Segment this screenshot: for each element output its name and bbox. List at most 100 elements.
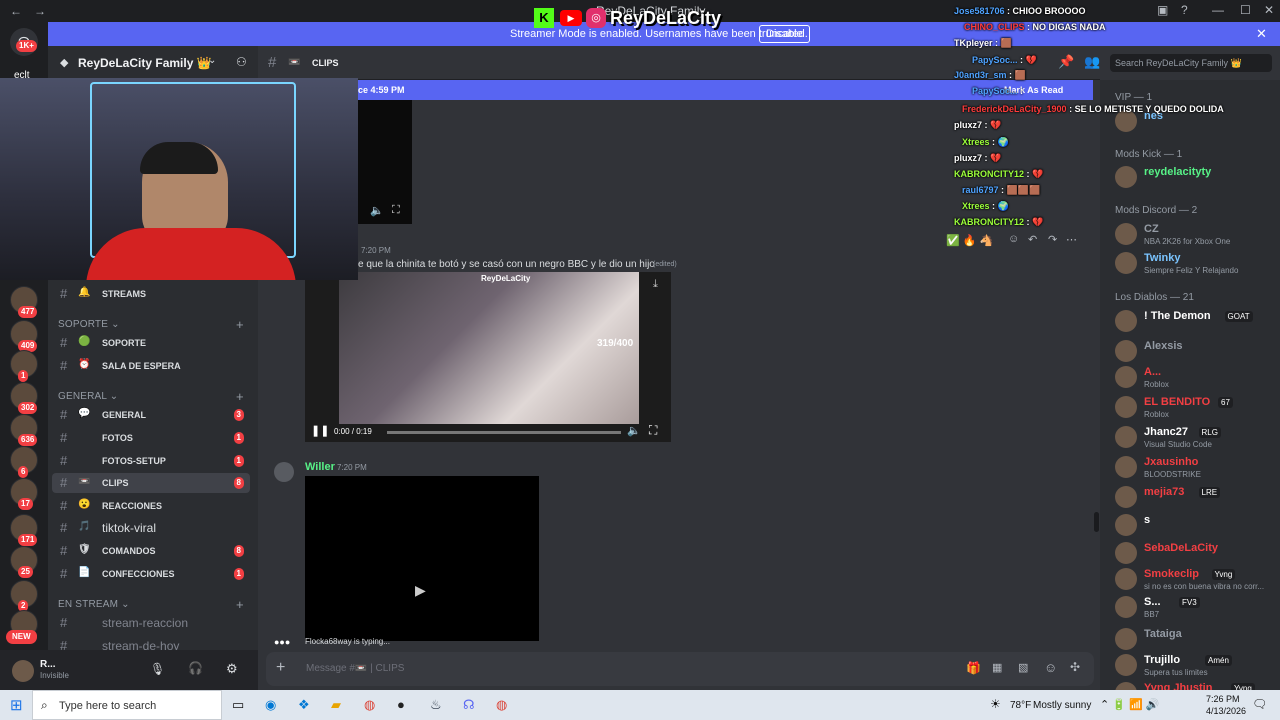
message-composer[interactable]: + Message #📼 | CLIPS 🎁 ▦ ▧ ☺ ✣ [266,652,1094,686]
weather-temp[interactable]: 78°F [1010,700,1031,711]
scrollbar[interactable] [1094,512,1099,532]
weather-desc[interactable]: Mostly sunny [1033,700,1091,711]
gif-icon[interactable]: ▦ [992,661,1002,674]
video-embed[interactable]: 🔈 ⛶ [358,100,412,224]
add-user-icon[interactable]: ⚇ [236,55,247,69]
channel-confecciones[interactable]: # 📄 CONFECCIONES 1 [52,564,250,584]
close-icon[interactable]: ✕ [1256,26,1267,42]
chrome-icon[interactable]: ◍ [496,697,507,713]
channel-fotos[interactable]: # FOTOS 1 [52,428,250,448]
channel-icon: 🔔 [78,287,91,298]
category-en-stream[interactable]: EN STREAM ⌄ + [58,597,244,612]
add-channel-icon[interactable]: + [236,389,244,404]
channel-reacciones[interactable]: # 😮 REACCIONES [52,496,250,516]
microphone-icon[interactable]: 🎙 [150,662,165,676]
tray-icons[interactable]: ⌃ 🔋 📶 🔊 [1100,698,1159,711]
reply-icon[interactable]: ↶ [1028,233,1037,246]
emoji-icon[interactable]: ☺ [1044,660,1057,675]
back-icon[interactable]: ← [10,4,22,18]
message-author[interactable]: Willer [305,461,335,473]
task-view-icon[interactable]: ▭ [232,697,244,713]
pause-icon[interactable]: ❚❚ [311,424,329,437]
apps-icon[interactable]: ✣ [1070,660,1080,674]
add-channel-icon[interactable]: + [236,317,244,332]
forward-icon[interactable]: → [34,4,46,18]
member-item[interactable]: A... Roblox [1115,364,1275,392]
fullscreen-icon[interactable]: ⛶ [392,204,400,217]
pin-icon[interactable]: 📌 [1058,54,1074,70]
video-player[interactable]: ▶ [305,476,539,641]
member-item[interactable]: Jhanc27 Visual Studio Code [1115,424,1275,452]
channel-stream-reaccion[interactable]: # stream-reaccion [52,613,250,633]
user-name: R... [40,659,56,670]
copilot-icon[interactable]: ❖ [298,697,310,713]
disable-button[interactable]: Disable [759,25,810,43]
volume-icon[interactable]: 🔈 [370,204,384,217]
forward-icon[interactable]: ↷ [1048,233,1057,246]
channel-soporte[interactable]: # 🟢 SOPORTE [52,333,250,353]
member-item[interactable]: mejia73 [1115,484,1275,512]
gift-icon[interactable]: 🎁 [966,661,981,675]
member-item[interactable]: Alexsis [1115,338,1275,366]
channel-clips[interactable]: # 📼 CLIPS 8 [52,473,250,493]
file-explorer-icon[interactable]: ▰ [331,697,341,713]
search-input[interactable]: Search ReyDeLaCity Family 👑 [1110,54,1272,72]
member-tag: GOAT [1224,311,1253,322]
maximize-button[interactable]: ☐ [1240,3,1251,17]
category-soporte[interactable]: SOPORTE ⌄ + [58,317,244,332]
sticker-icon[interactable]: ▧ [1018,661,1028,674]
channel-comandos[interactable]: # 🛡 COMANDOS 8 [52,541,250,561]
member-item[interactable]: CZ NBA 2K26 for Xbox One [1115,221,1275,249]
avatar[interactable] [12,660,34,682]
message-input[interactable]: Message #📼 | CLIPS [306,663,404,674]
add-reaction-icon[interactable]: ☺ [1008,233,1019,245]
clock-time[interactable]: 7:26 PM [1206,694,1240,704]
message-actions: ✅ 🔥 🐴 ☺ ↶ ↷ ⋯ [944,232,1084,250]
members-icon[interactable]: 👥 [1084,54,1100,70]
download-icon[interactable]: ⤓ [653,278,658,291]
member-item[interactable]: Tataiga [1115,626,1275,654]
category-general[interactable]: GENERAL ⌄ + [58,389,244,404]
member-item[interactable]: SebaDeLaCity [1115,540,1275,568]
channel-streams[interactable]: # 🔔 STREAMS [52,284,250,304]
member-item[interactable]: Trujillo Supera tus limites [1115,652,1275,680]
chat-separator: : [1024,217,1033,227]
video-player[interactable]: ReyDeLaCity 319/400 ⤓ ❚❚ 0:00 / 0:19 🔈 ⛶ [305,272,671,442]
member-item[interactable]: Twinky Siempre Feliz Y Relajando [1115,250,1275,278]
member-item[interactable]: s [1115,512,1275,540]
video-progress[interactable] [387,431,621,434]
help-icon[interactable]: ? [1181,3,1188,17]
inbox-icon[interactable]: ▣ [1157,3,1168,17]
minimize-button[interactable]: — [1212,3,1224,17]
steam-icon[interactable]: ♨ [430,697,442,713]
avatar[interactable] [274,462,294,482]
obs-icon[interactable]: ● [397,697,405,712]
clock-date[interactable]: 4/13/2026 [1206,706,1246,716]
weather-icon: ☀ [990,697,1001,711]
member-item[interactable]: reydelacityty [1115,164,1275,192]
close-button[interactable]: ✕ [1264,3,1274,17]
guild-header[interactable]: ◆ ReyDeLaCity Family 👑 ⌄ ⚇ [48,46,258,80]
channel-sala-de-espera[interactable]: # ⏰ SALA DE ESPERA [52,356,250,376]
member-item[interactable]: EL BENDITO Roblox [1115,394,1275,422]
member-item[interactable]: Jxausinho BLOODSTRIKE [1115,454,1275,482]
reaction-icons[interactable]: ✅ 🔥 🐴 [946,234,993,247]
chrome-icon[interactable]: ◍ [364,697,375,713]
notification-icon[interactable]: 🗨 [1252,697,1267,711]
headphones-icon[interactable]: 🎧 [188,661,203,675]
discord-icon[interactable]: ☊ [463,697,475,713]
channel-fotos-setup[interactable]: # FOTOS-SETUP 1 [52,451,250,471]
add-channel-icon[interactable]: + [236,597,244,612]
play-icon[interactable]: ▶ [415,582,426,599]
fullscreen-icon[interactable]: ⛶ [649,423,657,438]
channel-general[interactable]: # 💬 GENERAL 3 [52,405,250,425]
channel-tiktok-viral[interactable]: # 🎵 tiktok-viral [52,518,250,538]
more-icon[interactable]: ⋯ [1066,233,1077,246]
member-item[interactable]: Smokeclip si no es con buena vibra no cor… [1115,566,1275,594]
gear-icon[interactable]: ⚙ [226,661,238,677]
add-attachment-icon[interactable]: + [276,659,285,677]
volume-icon[interactable]: 🔈 [627,424,641,437]
taskbar-search[interactable]: ⌕ Type here to search [32,690,222,720]
windows-icon[interactable]: ⊞ [10,696,23,714]
edge-icon[interactable]: ◉ [265,697,276,713]
